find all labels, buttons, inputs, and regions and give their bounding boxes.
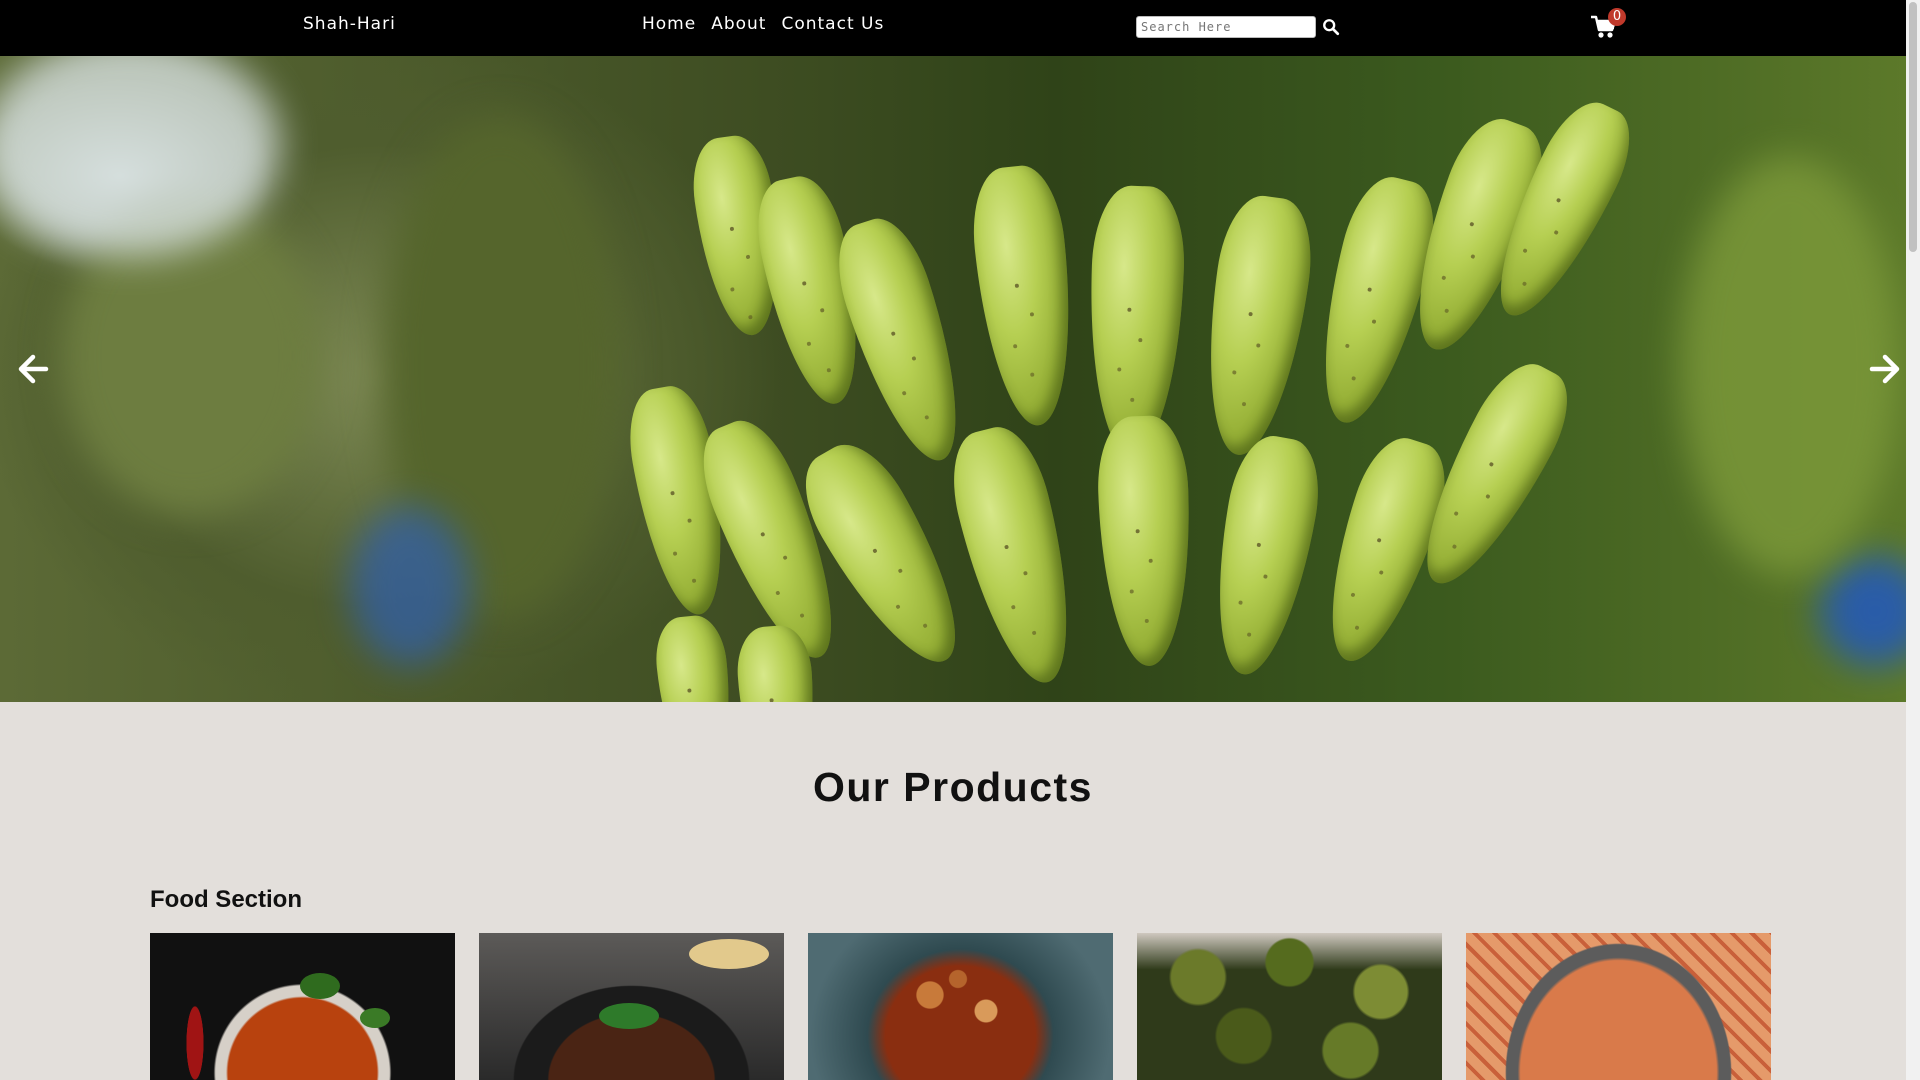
product-card-meat-pan[interactable] (479, 933, 784, 1080)
banana (1199, 430, 1329, 682)
background-blue-bag (1820, 556, 1920, 666)
cart-count-badge: 0 (1608, 8, 1626, 26)
stew-chunks (888, 963, 1028, 1043)
stew-pot-image (808, 933, 1113, 1080)
page-scrollbar[interactable] (1906, 0, 1920, 1080)
banana (966, 162, 1084, 430)
nav-link-contact[interactable]: Contact Us (781, 14, 884, 34)
arrow-right-icon (1869, 354, 1900, 384)
product-card-curry-bowl[interactable] (150, 933, 455, 1080)
banana (1095, 414, 1195, 668)
product-cards (150, 933, 1771, 1080)
background-blue-bag (350, 506, 470, 666)
search-icon[interactable] (1322, 18, 1340, 36)
bread-plate (689, 939, 769, 969)
banana (1192, 190, 1320, 462)
herb-garnish (360, 1008, 390, 1028)
product-card-stew-pot[interactable] (808, 933, 1113, 1080)
brand-logo[interactable]: Shah-Hari (303, 14, 396, 34)
product-card-bitter-gourd[interactable] (1137, 933, 1442, 1080)
meat-pan-image (479, 933, 784, 1080)
carousel-prev-button[interactable] (16, 352, 50, 386)
hero-carousel (0, 56, 1920, 702)
arrow-left-icon (18, 354, 49, 384)
search-input[interactable] (1136, 16, 1316, 38)
herb-garnish (599, 1003, 659, 1029)
carousel-next-button[interactable] (1868, 352, 1902, 386)
nav-link-about[interactable]: About (711, 14, 766, 34)
nav-links: Home About Contact Us (642, 14, 884, 34)
nav-link-home[interactable]: Home (642, 14, 696, 34)
food-section-heading: Food Section (150, 886, 302, 913)
bitter-gourd-image (1137, 933, 1442, 1080)
banana (939, 418, 1093, 694)
product-card-pasta[interactable] (1466, 933, 1771, 1080)
banana (651, 612, 739, 702)
pasta-image (1466, 933, 1771, 1080)
navbar: Shah-Hari Home About Contact Us 0 (0, 0, 1920, 56)
products-title: Our Products (813, 764, 1093, 810)
curry-bowl-image (150, 933, 455, 1080)
scrollbar-thumb[interactable] (1909, 2, 1917, 252)
herb-garnish (300, 973, 340, 999)
background-foliage (1680, 156, 1900, 576)
search-bar (1136, 16, 1340, 38)
banana-bunch-image (620, 56, 1700, 702)
cart-button[interactable]: 0 (1590, 8, 1626, 44)
